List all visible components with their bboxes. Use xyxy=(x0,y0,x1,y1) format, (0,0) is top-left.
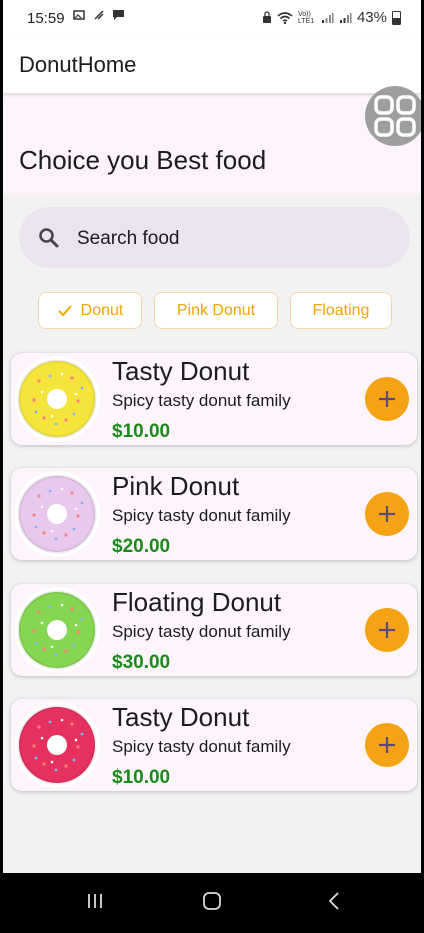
chip-pink-donut[interactable]: Pink Donut xyxy=(154,292,278,329)
item-price: $10.00 xyxy=(112,421,171,442)
item-name: Tasty Donut xyxy=(112,702,250,732)
item-name: Floating Donut xyxy=(112,587,282,617)
signal-icon xyxy=(339,12,352,23)
add-to-cart-button[interactable] xyxy=(365,608,409,652)
app-screen: 15:59 Vo)) LTE1 43% DonutHome Choice you… xyxy=(3,0,421,933)
signal-icon xyxy=(321,12,334,23)
battery-percent: 43% xyxy=(356,9,387,26)
status-time: 15:59 xyxy=(27,10,65,27)
system-nav-bar xyxy=(3,873,421,933)
app-bar: DonutHome xyxy=(3,36,421,93)
food-card[interactable]: Tasty Donut Spicy tasty donut family $10.0… xyxy=(11,699,417,791)
chip-floating[interactable]: Floating xyxy=(290,292,392,329)
search-icon xyxy=(39,228,59,248)
check-icon xyxy=(57,304,72,316)
food-card[interactable]: Pink Donut Spicy tasty donut family $20.00 xyxy=(11,468,417,560)
donut-image xyxy=(14,702,100,788)
item-description: Spicy tasty donut family xyxy=(112,391,291,410)
chip-label: Donut xyxy=(80,301,124,319)
search-bar[interactable]: Search food xyxy=(19,207,410,268)
chat-icon xyxy=(113,10,125,20)
donut-image xyxy=(14,356,100,442)
donut-image xyxy=(14,471,100,557)
item-description: Spicy tasty donut family xyxy=(112,506,291,525)
app-title: DonutHome xyxy=(19,52,137,77)
home-icon[interactable] xyxy=(202,891,222,911)
item-price: $10.00 xyxy=(112,767,171,788)
status-bar: 15:59 Vo)) LTE1 43% xyxy=(3,0,421,36)
page-title: Choice you Best food xyxy=(19,145,267,175)
item-description: Spicy tasty donut family xyxy=(112,622,291,641)
plus-icon xyxy=(379,622,395,638)
chip-label: Floating xyxy=(312,301,370,319)
grid-icon xyxy=(374,95,416,137)
recent-apps-icon[interactable] xyxy=(85,891,105,911)
item-name: Tasty Donut xyxy=(112,356,250,386)
signal-arrows-icon xyxy=(94,10,104,20)
add-to-cart-button[interactable] xyxy=(365,492,409,536)
grid-view-button[interactable] xyxy=(365,86,421,146)
header-section: Choice you Best food xyxy=(3,93,421,195)
food-card[interactable]: Floating Donut Spicy tasty donut family $3… xyxy=(11,584,417,676)
plus-icon xyxy=(379,737,395,753)
item-description: Spicy tasty donut family xyxy=(112,737,291,756)
wifi-icon xyxy=(277,11,293,24)
battery-icon xyxy=(392,10,401,25)
back-icon[interactable] xyxy=(325,891,345,911)
donut-image xyxy=(14,587,100,673)
food-card[interactable]: Tasty Donut Spicy tasty donut family $10.0… xyxy=(11,353,417,445)
add-to-cart-button[interactable] xyxy=(365,377,409,421)
plus-icon xyxy=(379,506,395,522)
status-right-icons: Vo)) LTE1 43% xyxy=(262,9,401,26)
item-price: $30.00 xyxy=(112,652,171,673)
plus-icon xyxy=(379,391,395,407)
item-price: $20.00 xyxy=(112,536,171,557)
add-to-cart-button[interactable] xyxy=(365,723,409,767)
lock-icon xyxy=(262,11,271,23)
chip-donut[interactable]: Donut xyxy=(38,292,142,329)
volte-icon: Vo)) LTE1 xyxy=(297,10,315,25)
item-name: Pink Donut xyxy=(112,471,240,501)
notification-icons xyxy=(73,9,125,24)
search-input[interactable]: Search food xyxy=(77,228,179,250)
chip-label: Pink Donut xyxy=(176,301,256,319)
image-gallery-icon xyxy=(73,10,85,20)
